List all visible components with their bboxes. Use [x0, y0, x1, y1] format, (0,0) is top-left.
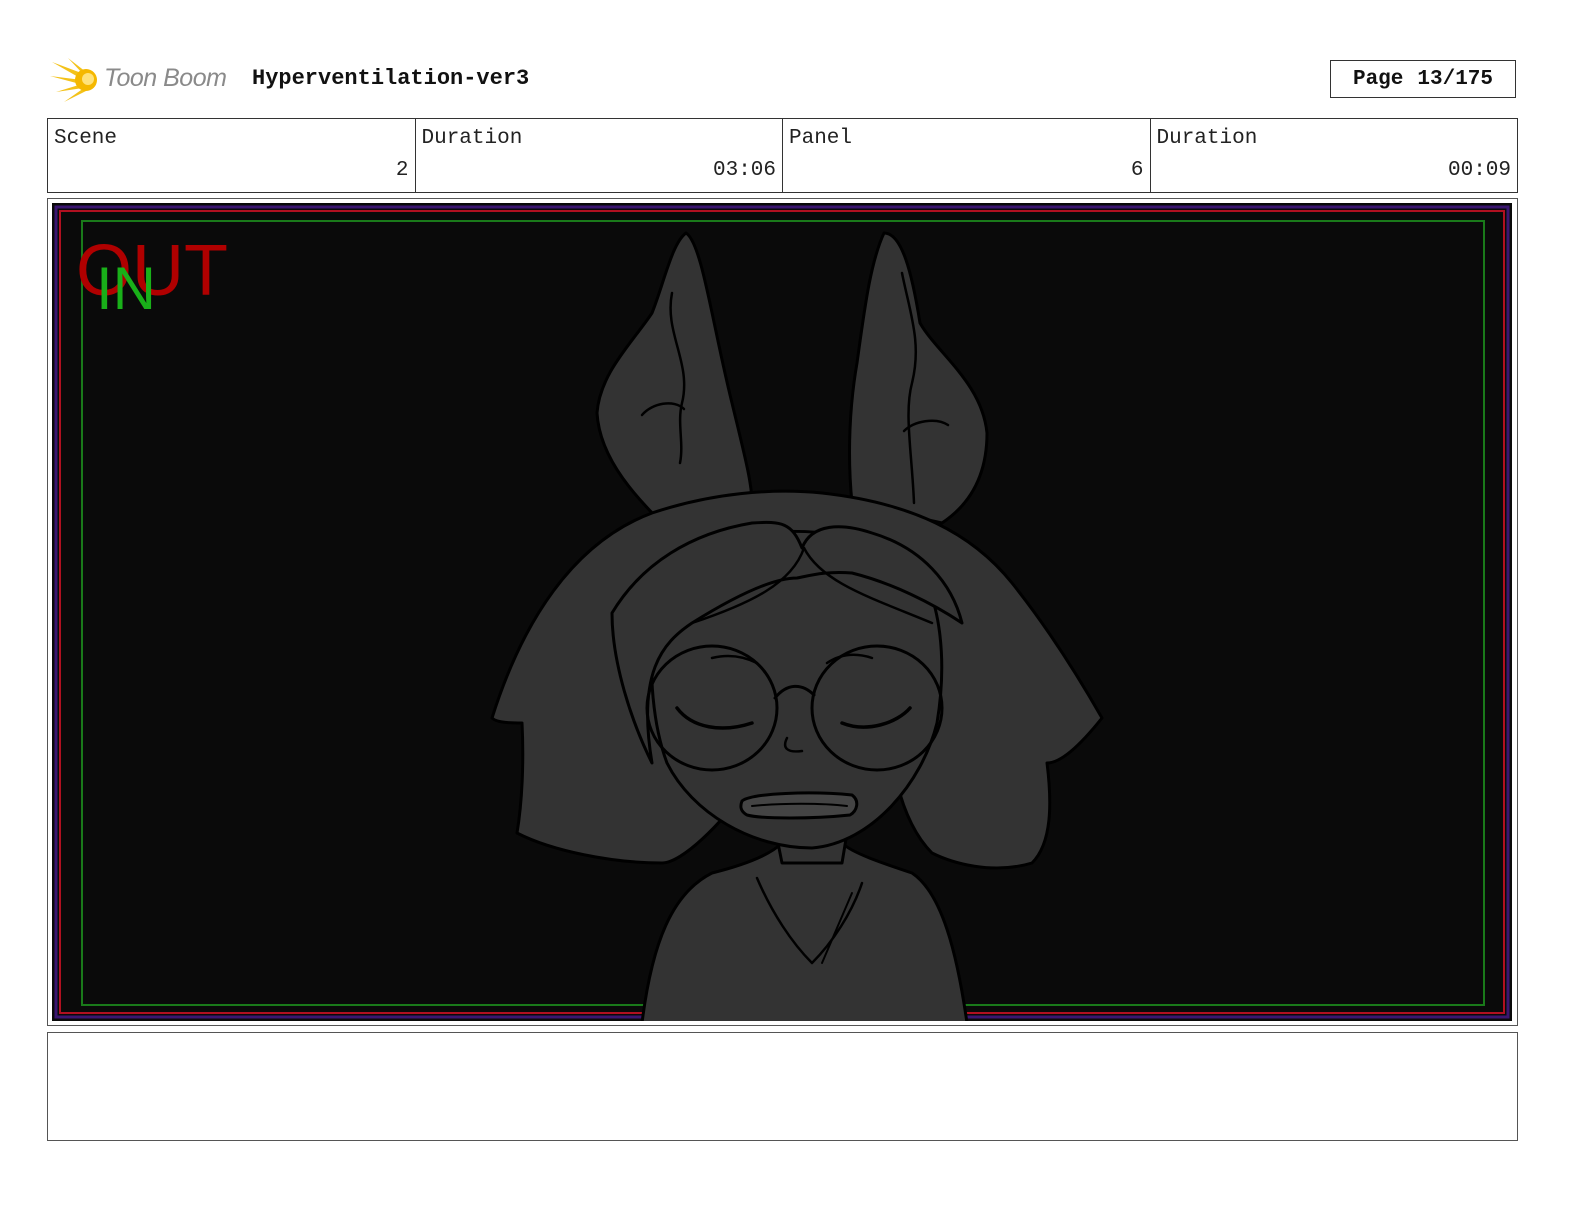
panel-notes-box — [47, 1032, 1518, 1141]
scene-label: Scene — [54, 127, 118, 150]
in-marker: IN — [96, 255, 156, 322]
panel-duration-label: Duration — [1156, 127, 1258, 150]
panel-label: Panel — [789, 127, 853, 150]
scene-cell: Scene 2 — [48, 119, 415, 192]
logo-wordmark: Toon Boom — [104, 64, 227, 92]
scene-duration-cell: Duration 03:06 — [414, 119, 783, 192]
page-label: Page — [1352, 67, 1404, 91]
panel-duration-value: 00:09 — [1447, 159, 1511, 182]
storyboard-panel-frame: OUT IN — [47, 198, 1518, 1026]
panel-duration-cell: Duration 00:09 — [1149, 119, 1518, 192]
panel-drawing: OUT IN — [54, 205, 1510, 1021]
page-indicator: Page 13/175 — [1330, 60, 1516, 98]
panel-value: 6 — [1130, 159, 1144, 182]
storyboard-panel-image: OUT IN — [52, 203, 1512, 1021]
page-number: 13/175 — [1417, 67, 1494, 91]
scene-info-table: Scene 2 Duration 03:06 Panel 6 Duration … — [47, 118, 1518, 193]
scene-value: 2 — [395, 159, 409, 182]
scene-duration-label: Duration — [421, 127, 523, 150]
document-title: Hyperventilation-ver3 — [252, 66, 530, 91]
character-sketch — [490, 231, 1104, 1021]
panel-cell: Panel 6 — [782, 119, 1150, 192]
scene-duration-value: 03:06 — [712, 159, 776, 182]
